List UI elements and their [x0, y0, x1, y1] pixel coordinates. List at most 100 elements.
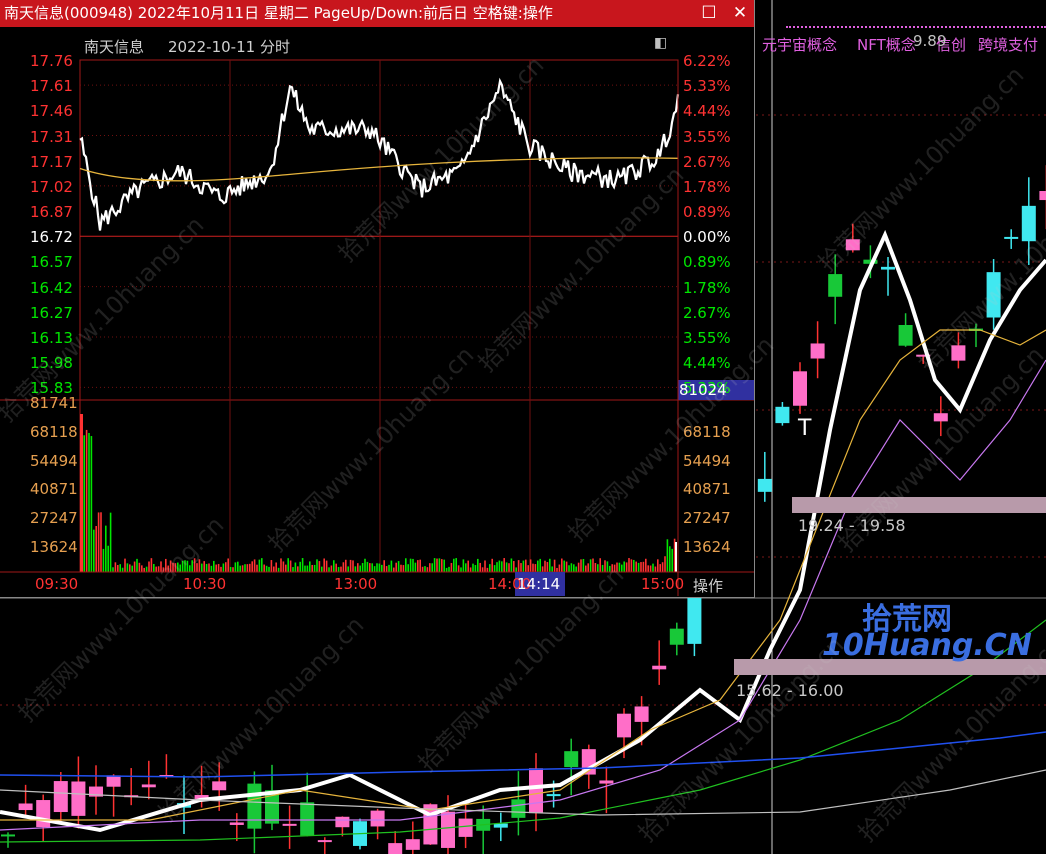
volume-bar [633, 559, 635, 572]
volume-bar [537, 560, 539, 572]
volume-bar [325, 560, 328, 572]
volume-bar [503, 558, 505, 572]
volume-bar [539, 558, 541, 572]
volume-bar [148, 561, 150, 572]
volume-bar [426, 567, 429, 572]
volume-bar [551, 566, 553, 572]
candle-body [229, 822, 244, 825]
intraday-date: 2022-10-11 分时 [168, 38, 290, 56]
volume-bar [573, 564, 575, 572]
candle-body [810, 343, 825, 359]
volume-highlight-value: 81024 [679, 381, 727, 399]
price-tick-label: 16.27 [30, 303, 73, 322]
volume-bar [659, 564, 661, 572]
current-price-partial: 9.89 [913, 32, 947, 50]
volume-bar [417, 560, 419, 572]
volume-bar [361, 563, 364, 572]
volume-bar [193, 558, 196, 572]
candle-body [757, 478, 772, 492]
price-tick-label: 17.17 [30, 152, 73, 171]
volume-bar [299, 561, 301, 572]
percent-tick-label: 5.33% [683, 77, 731, 96]
volume-bar [364, 558, 366, 572]
volume-bar [412, 558, 414, 572]
percent-tick-label: 0.00% [683, 228, 731, 247]
volume-tick-label-right: 40871 [683, 480, 731, 499]
volume-bar [333, 560, 335, 572]
volume-bar [342, 562, 345, 572]
volume-bar [304, 565, 306, 572]
volume-bar [217, 563, 220, 572]
volume-bar [330, 565, 333, 572]
volume-bar [131, 565, 133, 572]
volume-bar [601, 564, 604, 572]
candle-body [933, 413, 948, 422]
volume-bar [191, 560, 193, 572]
volume-bar [349, 559, 352, 572]
percent-tick-label: 2.67% [683, 152, 731, 171]
intraday-chart[interactable] [0, 27, 754, 597]
percent-tick-label: 4.44% [683, 354, 731, 373]
close-icon[interactable]: ✕ [729, 3, 751, 24]
volume-bar [553, 559, 556, 572]
volume-bar [313, 564, 316, 572]
volume-bar [321, 566, 323, 572]
volume-bar [153, 563, 155, 572]
volume-bar [618, 562, 621, 572]
candle-body [1021, 205, 1036, 242]
chart-mode-icon: ◧ [654, 35, 668, 51]
price-tick-label: 17.76 [30, 52, 73, 70]
volume-bar [129, 564, 131, 572]
volume-bar [227, 558, 229, 572]
price-tick-label: 15.98 [30, 354, 73, 373]
volume-bar [589, 559, 592, 572]
operate-button[interactable]: 操作 [693, 575, 723, 596]
candle-body [300, 802, 315, 836]
volume-bar [414, 562, 417, 572]
volume-bar [445, 567, 448, 572]
volume-bar [568, 565, 570, 572]
volume-bar [241, 565, 244, 572]
volume-bar [597, 564, 599, 572]
percent-tick-label: 3.55% [683, 127, 731, 146]
restore-window-icon[interactable]: ☐ [698, 3, 720, 24]
volume-bar [496, 562, 498, 572]
candle-body [793, 371, 807, 406]
volume-bar [282, 561, 285, 572]
volume-bar [616, 562, 618, 572]
price-tick-label: 16.13 [30, 329, 73, 348]
volume-bar [469, 567, 472, 572]
cursor-time-label: 14:14 [517, 575, 561, 593]
volume-bar [489, 564, 491, 572]
time-axis-label: 15:00 [641, 575, 685, 593]
percent-tick-label: 1.78% [683, 278, 731, 297]
volume-bar [460, 567, 462, 572]
candle-body [546, 794, 561, 797]
volume-bar [467, 560, 469, 572]
volume-tick-label: 54494 [30, 451, 78, 470]
time-axis-label: 10:30 [183, 575, 227, 593]
volume-bar [642, 561, 645, 572]
volume-bar [138, 562, 141, 572]
volume-bar [585, 565, 587, 572]
volume-bar [604, 560, 606, 572]
candle-body [564, 751, 579, 768]
concept-tag-dots [786, 26, 1046, 28]
volume-bar [397, 561, 400, 572]
volume-bar [340, 566, 342, 572]
volume-bar [671, 548, 673, 572]
volume-bar [318, 561, 321, 572]
candle-body [317, 840, 332, 843]
candle-body [845, 239, 860, 251]
candle-body [106, 775, 121, 787]
candle-body [1039, 191, 1046, 201]
volume-bar [652, 563, 654, 572]
popup-title-bar[interactable]: 南天信息(000948) 2022年10月11日 星期二 PageUp/Down… [0, 0, 754, 27]
candle-body [282, 823, 297, 826]
percent-tick-label: 3.55% [683, 329, 731, 348]
volume-bar [580, 559, 582, 572]
window-title: 南天信息(000948) 2022年10月11日 星期二 PageUp/Down… [4, 4, 553, 22]
price-tick-label: 16.72 [30, 228, 73, 247]
intraday-stock-name: 南天信息 [84, 38, 145, 56]
intraday-popup[interactable]: 南天信息(000948) 2022年10月11日 星期二 PageUp/Down… [0, 0, 755, 598]
